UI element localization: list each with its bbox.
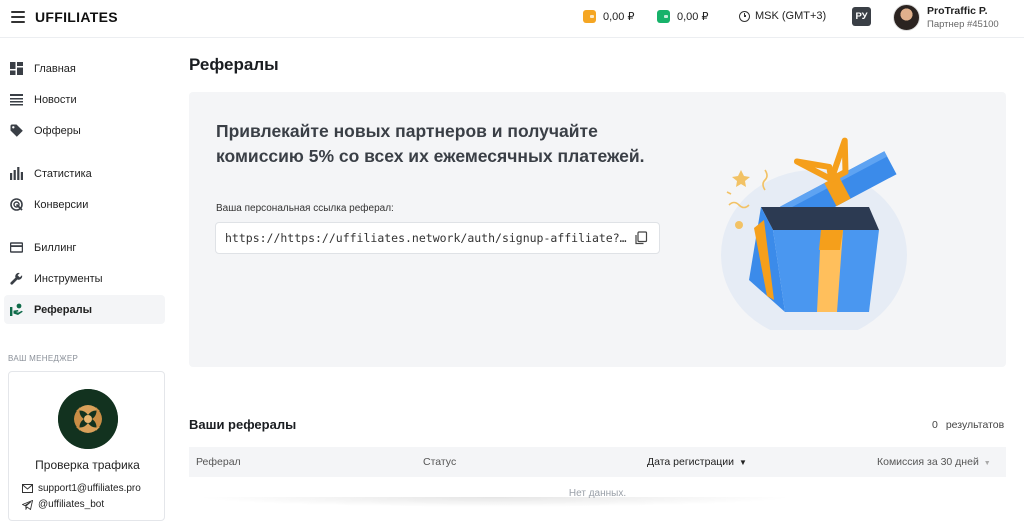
sidebar: Главная Новости Офферы Статистика Конвер… — [0, 38, 176, 521]
balance-secondary[interactable]: 0,00 ₽ — [657, 10, 708, 23]
stats-icon — [10, 167, 23, 180]
sidebar-item-news[interactable]: Новости — [4, 85, 165, 114]
sidebar-item-conversions[interactable]: Конверсии — [4, 190, 165, 219]
sidebar-item-label: Статистика — [34, 167, 92, 180]
balance-main-value: 0,00 ₽ — [603, 11, 635, 23]
table-bottom-shadow — [195, 497, 795, 507]
copy-icon[interactable] — [634, 231, 648, 245]
manager-name: Проверка трафика — [35, 458, 140, 472]
referral-icon — [10, 303, 23, 316]
column-label: Комиссия за 30 дней — [877, 456, 979, 468]
sidebar-item-stats[interactable]: Статистика — [4, 159, 165, 188]
app-logo[interactable]: UFFILIATES — [35, 9, 118, 25]
user-name[interactable]: ProTraffic P. — [927, 5, 988, 17]
gift-box-illustration — [719, 130, 919, 340]
timezone-selector[interactable]: MSK (GMT+3) — [739, 10, 826, 22]
sidebar-item-tools[interactable]: Инструменты — [4, 264, 165, 293]
wrench-icon — [10, 272, 23, 285]
manager-avatar — [58, 389, 118, 449]
manager-section-title: ВАШ МЕНЕДЖЕР — [8, 354, 79, 363]
referral-banner: Привлекайте новых партнеров и получайте … — [189, 92, 1006, 367]
dashboard-icon — [10, 62, 23, 75]
language-switch[interactable]: РУ — [852, 7, 871, 26]
referral-link-field[interactable]: https://https://uffiliates.network/auth/… — [215, 222, 660, 254]
referrals-table-header: Реферал Статус Дата регистрации ▼ Комисс… — [189, 447, 1006, 477]
banner-headline: Привлекайте новых партнеров и получайте … — [216, 121, 645, 166]
user-avatar[interactable] — [893, 4, 920, 31]
column-status: Статус — [423, 456, 457, 468]
sidebar-item-referrals[interactable]: Рефералы — [4, 295, 165, 324]
sidebar-item-home[interactable]: Главная — [4, 54, 165, 83]
sidebar-item-label: Рефералы — [34, 303, 92, 316]
sidebar-item-offers[interactable]: Офферы — [4, 116, 165, 145]
sidebar-item-label: Главная — [34, 62, 76, 75]
mail-icon — [22, 484, 33, 493]
sidebar-item-billing[interactable]: Биллинг — [4, 233, 165, 262]
top-bar: UFFILIATES 0,00 ₽ 0,00 ₽ MSK (GMT+3) РУ … — [0, 0, 1024, 38]
menu-icon[interactable] — [11, 11, 25, 23]
sidebar-item-label: Инструменты — [34, 272, 103, 285]
referrals-count-label: результатов — [945, 419, 1005, 431]
news-icon — [10, 93, 23, 106]
manager-email-text: support1@uffiliates.pro — [38, 483, 141, 494]
clock-icon — [739, 10, 750, 22]
sidebar-item-label: Новости — [34, 93, 77, 106]
referrals-title: Ваши рефералы — [189, 417, 297, 432]
sidebar-item-label: Конверсии — [34, 198, 89, 211]
card-icon — [10, 241, 23, 254]
user-partner-id: Партнер #45100 — [927, 19, 999, 30]
page-title: Рефералы — [189, 55, 279, 74]
manager-email[interactable]: support1@uffiliates.pro — [22, 483, 141, 494]
tag-icon — [10, 124, 23, 137]
balance-main[interactable]: 0,00 ₽ — [583, 10, 634, 23]
sidebar-item-label: Офферы — [34, 124, 81, 137]
sort-icon: ▼ — [983, 460, 991, 467]
wallet-icon — [583, 10, 596, 23]
timezone-label: MSK (GMT+3) — [755, 10, 827, 22]
column-referral: Реферал — [196, 456, 241, 468]
referrals-count-value: 0 — [932, 419, 938, 431]
column-commission[interactable]: Комиссия за 30 дней ▼ — [877, 456, 991, 468]
wallet-icon — [657, 10, 670, 23]
sort-down-icon: ▼ — [738, 458, 747, 467]
referral-link-label: Ваша персональная ссылка реферал: — [216, 203, 394, 214]
conversions-icon — [10, 198, 23, 211]
column-label: Дата регистрации — [647, 456, 735, 468]
referrals-count: 0 результатов — [932, 419, 1004, 431]
sidebar-item-label: Биллинг — [34, 241, 77, 254]
balance-secondary-value: 0,00 ₽ — [677, 11, 709, 23]
column-registration-date[interactable]: Дата регистрации ▼ — [647, 456, 747, 468]
manager-card: Проверка трафика support1@uffiliates.pro… — [8, 371, 165, 521]
